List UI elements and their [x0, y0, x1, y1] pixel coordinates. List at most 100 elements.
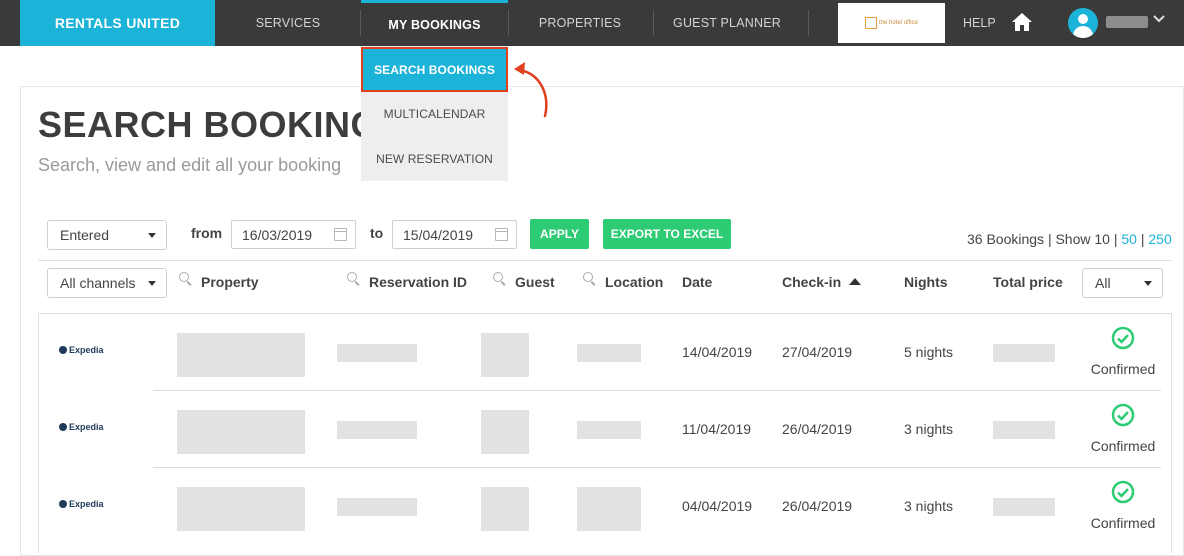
nav-divider [808, 10, 809, 36]
property-redacted [177, 410, 305, 454]
from-label: from [191, 225, 223, 241]
checkin-date: 27/04/2019 [782, 344, 853, 360]
status-select[interactable]: All [1082, 268, 1163, 298]
col-guest[interactable]: Guest [515, 274, 555, 290]
menu-multicalendar[interactable]: MULTICALENDAR [361, 91, 508, 136]
caret-down-icon [148, 281, 156, 286]
table-row[interactable]: Expedia 11/04/2019 26/04/2019 3 nights C… [39, 391, 1171, 468]
guest-redacted [481, 487, 529, 531]
calendar-icon[interactable] [334, 228, 347, 241]
annotation-arrow-icon [514, 62, 548, 118]
channels-select[interactable]: All channels [47, 268, 167, 298]
status-filter-value: All [1095, 275, 1111, 291]
menu-search-bookings[interactable]: SEARCH BOOKINGS [361, 47, 508, 92]
search-icon[interactable] [179, 272, 191, 284]
property-redacted [177, 333, 305, 377]
expedia-mark [59, 500, 67, 508]
avatar-body [1073, 26, 1093, 38]
check-circle-icon [1111, 480, 1135, 504]
bookings-count: 36 Bookings | Show 10 | 50 | 250 [967, 231, 1172, 247]
top-nav: RENTALS UNITED SERVICES MY BOOKINGS PROP… [0, 0, 1184, 46]
checkin-date: 26/04/2019 [782, 421, 853, 437]
status-cell: Confirmed [1075, 326, 1171, 377]
col-date[interactable]: Date [682, 274, 712, 290]
search-icon[interactable] [583, 272, 595, 284]
calendar-icon[interactable] [495, 228, 508, 241]
col-checkin-label: Check-in [782, 274, 842, 290]
channels-value: All channels [60, 275, 136, 291]
nights-count: 3 nights [904, 498, 954, 514]
expedia-mark [59, 423, 67, 431]
my-bookings-dropdown: SEARCH BOOKINGS MULTICALENDAR NEW RESERV… [361, 46, 508, 181]
location-redacted [577, 487, 641, 531]
to-date-input[interactable]: 15/04/2019 [392, 220, 517, 249]
booking-date: 11/04/2019 [682, 421, 752, 437]
avatar-head [1078, 14, 1088, 24]
price-redacted [993, 498, 1055, 516]
nav-properties[interactable]: PROPERTIES [520, 0, 640, 46]
from-date-input[interactable]: 16/03/2019 [231, 220, 356, 249]
expedia-logo: Expedia [59, 422, 104, 432]
sort-ascending-icon[interactable] [849, 278, 862, 285]
col-property[interactable]: Property [201, 274, 259, 290]
user-name-redacted[interactable] [1106, 16, 1148, 28]
col-location[interactable]: Location [605, 274, 663, 290]
date-type-select[interactable]: Entered [47, 220, 167, 250]
col-checkin[interactable]: Check-in [782, 274, 862, 290]
reservation-id-redacted [337, 344, 417, 362]
show-50-link[interactable]: 50 [1121, 231, 1137, 247]
price-redacted [993, 421, 1055, 439]
location-redacted [577, 344, 641, 362]
booking-date: 04/04/2019 [682, 498, 753, 514]
user-avatar[interactable] [1068, 8, 1098, 38]
status-label: Confirmed [1090, 515, 1156, 531]
status-label: Confirmed [1090, 438, 1156, 454]
table-top-border [38, 260, 1172, 261]
caret-down-icon [1144, 281, 1152, 286]
guest-redacted [481, 410, 529, 454]
apply-button[interactable]: APPLY [530, 219, 589, 249]
nav-divider [508, 10, 509, 36]
client-logo-text: the hotel office [879, 20, 918, 26]
date-type-value: Entered [60, 227, 110, 243]
status-label: Confirmed [1090, 361, 1156, 377]
nights-count: 5 nights [904, 344, 954, 360]
client-logo: the hotel office [838, 3, 945, 43]
count-sep: | [1136, 231, 1149, 247]
from-date-value: 16/03/2019 [242, 226, 313, 243]
search-icon[interactable] [347, 272, 359, 284]
col-nights[interactable]: Nights [904, 274, 948, 290]
chevron-down-icon[interactable] [1153, 14, 1165, 24]
brand-logo[interactable]: RENTALS UNITED [20, 0, 215, 46]
help-link[interactable]: HELP [963, 0, 996, 46]
booking-date: 14/04/2019 [682, 344, 753, 360]
expedia-logo: Expedia [59, 345, 104, 355]
guest-redacted [481, 333, 529, 377]
export-excel-button[interactable]: EXPORT TO EXCEL [603, 219, 731, 249]
expedia-mark [59, 346, 67, 354]
table-row[interactable]: Expedia 04/04/2019 26/04/2019 3 nights C… [39, 468, 1171, 545]
check-circle-icon [1111, 326, 1135, 350]
to-label: to [370, 225, 384, 241]
status-cell: Confirmed [1075, 480, 1171, 531]
menu-new-reservation[interactable]: NEW RESERVATION [361, 136, 508, 181]
property-redacted [177, 487, 305, 531]
show-250-link[interactable]: 250 [1148, 231, 1171, 247]
col-reservation-id[interactable]: Reservation ID [369, 274, 467, 290]
table-row[interactable]: Expedia 14/04/2019 27/04/2019 5 nights C… [39, 314, 1171, 391]
channel-name: Expedia [69, 345, 104, 355]
nav-divider [653, 10, 654, 36]
nav-guest-planner[interactable]: GUEST PLANNER [662, 0, 792, 46]
expedia-logo: Expedia [59, 499, 104, 509]
check-circle-icon [1111, 403, 1135, 427]
search-icon[interactable] [493, 272, 505, 284]
col-total-price[interactable]: Total price [993, 274, 1063, 290]
status-cell: Confirmed [1075, 403, 1171, 454]
nights-count: 3 nights [904, 421, 954, 437]
page-subtitle: Search, view and edit all your booking [38, 155, 342, 175]
nav-my-bookings[interactable]: MY BOOKINGS [361, 0, 508, 46]
client-logo-mark [865, 17, 878, 29]
home-icon[interactable] [1011, 12, 1033, 32]
channel-name: Expedia [69, 499, 104, 509]
nav-services[interactable]: SERVICES [232, 0, 344, 46]
